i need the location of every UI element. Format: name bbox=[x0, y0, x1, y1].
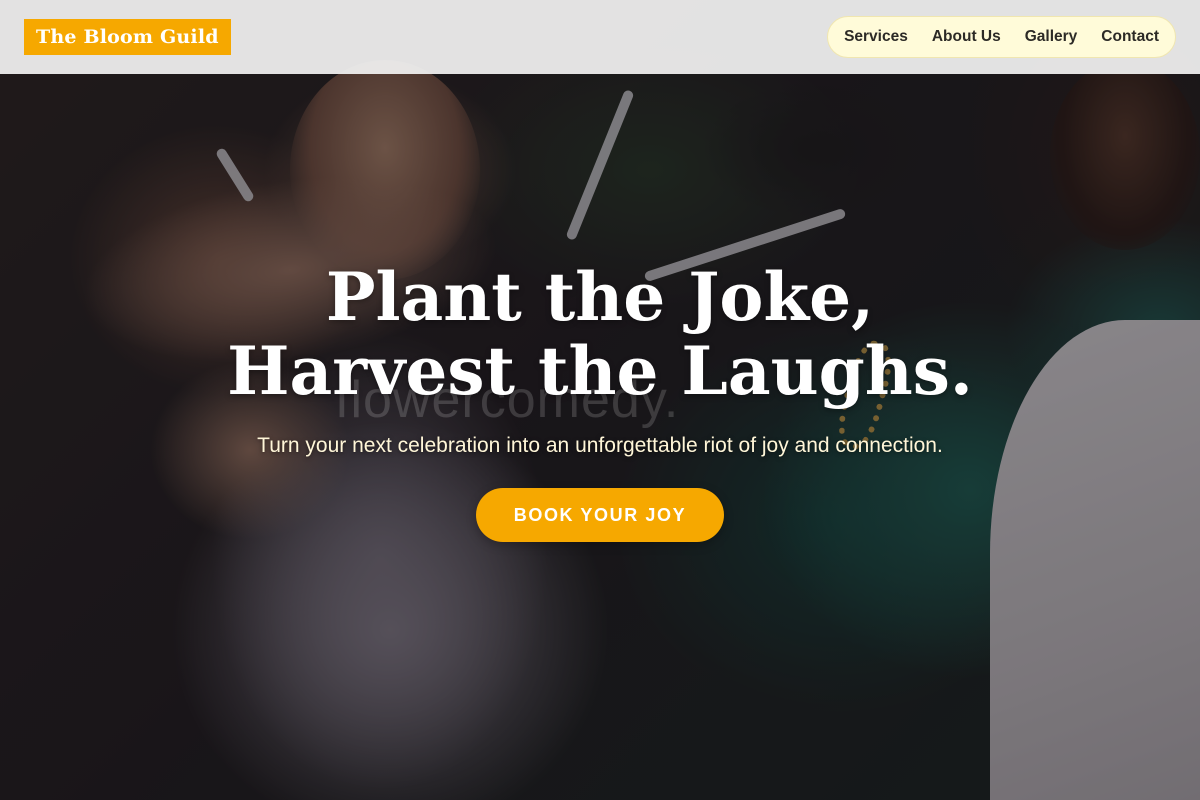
nav-link-about-us[interactable]: About Us bbox=[924, 16, 1009, 58]
nav-link-contact[interactable]: Contact bbox=[1093, 16, 1167, 58]
hero-subtitle: Turn your next celebration into an unfor… bbox=[257, 434, 943, 457]
site-logo[interactable]: The Bloom Guild bbox=[24, 19, 231, 55]
hero-section: Plant the Joke, Harvest the Laughs. Turn… bbox=[0, 260, 1200, 542]
nav-link-gallery[interactable]: Gallery bbox=[1017, 16, 1086, 58]
hero-title: Plant the Joke, Harvest the Laughs. bbox=[227, 258, 973, 410]
site-header: The Bloom Guild Services About Us Galler… bbox=[0, 0, 1200, 74]
nav-link-services[interactable]: Services bbox=[836, 16, 916, 58]
book-your-joy-button[interactable]: BOOK YOUR JOY bbox=[476, 488, 724, 542]
main-navigation: Services About Us Gallery Contact bbox=[827, 16, 1176, 58]
